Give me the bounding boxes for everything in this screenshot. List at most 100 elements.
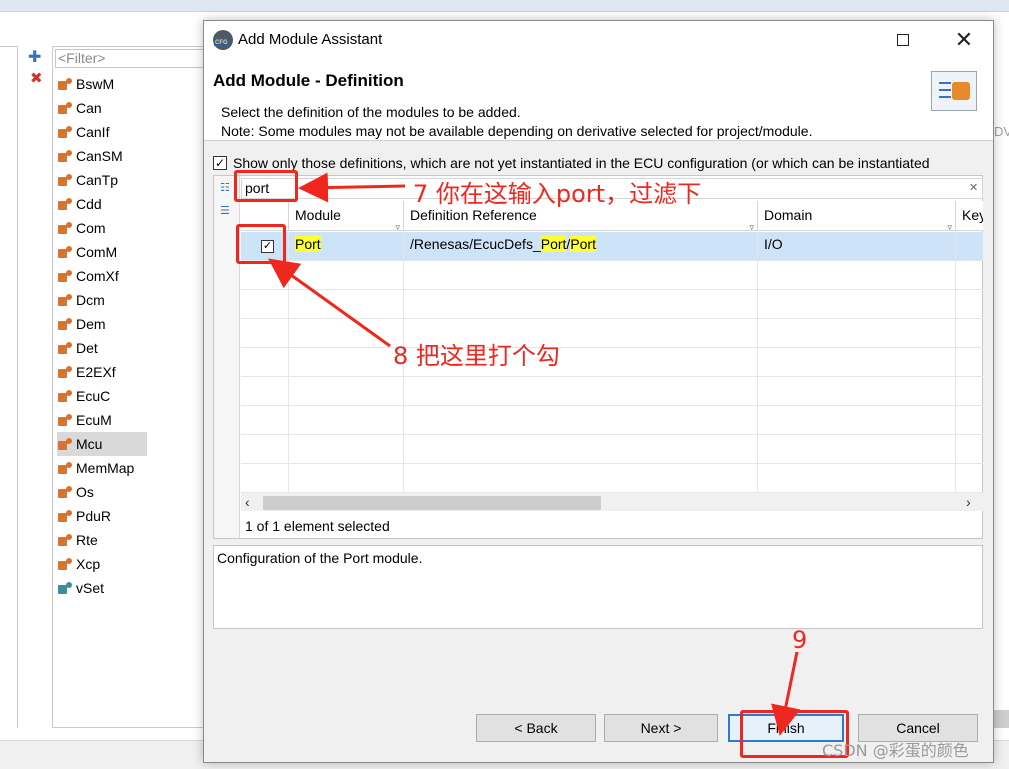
background-left-panel: [0, 46, 18, 728]
module-list-label: CanSM: [76, 148, 123, 164]
table-row: [241, 319, 983, 348]
module-list-item[interactable]: Dem: [57, 312, 147, 336]
module-filter-input[interactable]: <Filter>: [55, 49, 205, 68]
check-all-icon[interactable]: ☷: [220, 181, 234, 195]
scroll-left-icon[interactable]: ‹: [245, 493, 250, 511]
puzzle-icon: [57, 580, 73, 596]
show-uninstantiated-checkbox[interactable]: ✓: [213, 156, 227, 170]
module-list-label: MemMap: [76, 460, 135, 476]
close-button[interactable]: ✕: [941, 25, 987, 55]
module-list-item[interactable]: EcuM: [57, 408, 147, 432]
table-row: [241, 377, 983, 406]
module-list-item[interactable]: CanIf: [57, 120, 147, 144]
annotation-step7-text: 7 你在这输入port，过滤下: [413, 180, 702, 208]
description-line-1: Select the definition of the modules to …: [221, 104, 521, 120]
column-header-label: Definition Reference: [410, 207, 537, 223]
puzzle-icon: [57, 460, 73, 476]
table-row: [241, 348, 983, 377]
show-uninstantiated-row[interactable]: ✓ Show only those definitions, which are…: [213, 155, 983, 171]
background-toolbar: [0, 0, 1009, 12]
module-list-item[interactable]: Xcp: [57, 552, 147, 576]
description-line-2: Note: Some modules may not be available …: [221, 123, 813, 139]
list-line-icon: [939, 89, 951, 91]
module-list-label: Cdd: [76, 196, 102, 212]
puzzle-icon: [57, 148, 73, 164]
module-list-item[interactable]: Rte: [57, 528, 147, 552]
module-list-item[interactable]: CanTp: [57, 168, 147, 192]
puzzle-icon: [57, 124, 73, 140]
next-button[interactable]: Next >: [604, 714, 718, 742]
module-list-item[interactable]: CanSM: [57, 144, 147, 168]
watermark: CSDN @彩蛋的颜色: [822, 741, 969, 760]
module-list-item[interactable]: MemMap: [57, 456, 147, 480]
module-list-item[interactable]: Com: [57, 216, 147, 240]
clear-search-icon[interactable]: ✕: [969, 181, 978, 194]
background-scrollbar[interactable]: [994, 710, 1009, 728]
scroll-right-icon[interactable]: ›: [966, 493, 971, 511]
wizard-banner-icon: [931, 71, 977, 111]
column-header-label: Module: [295, 207, 341, 223]
column-header-label: Domain: [764, 207, 813, 223]
module-list-item[interactable]: Dcm: [57, 288, 147, 312]
scroll-thumb[interactable]: [263, 496, 601, 510]
puzzle-icon: [57, 412, 73, 428]
module-list-item[interactable]: ComM: [57, 240, 147, 264]
remove-module-icon[interactable]: ✖: [30, 71, 44, 86]
module-list-label: Os: [76, 484, 94, 500]
puzzle-icon: [57, 196, 73, 212]
add-module-dialog: Add Module Assistant ✕ Add Module - Defi…: [203, 20, 994, 763]
module-list-label: CanTp: [76, 172, 119, 188]
module-list-item[interactable]: EcuC: [57, 384, 147, 408]
horizontal-scrollbar[interactable]: ‹ ›: [241, 493, 983, 511]
definition-table-area: ☷ ☰ port ✕ Module ▿ Definition Reference ▿…: [213, 175, 983, 539]
page-description: Select the definition of the modules to …: [221, 103, 812, 141]
table-row: [241, 435, 983, 464]
puzzle-icon: [57, 220, 73, 236]
module-cell: Port: [289, 232, 404, 261]
cfg-app-icon: [213, 30, 233, 50]
page-title: Add Module - Definition: [213, 71, 404, 90]
module-list-label: Rte: [76, 532, 98, 548]
module-list-item[interactable]: Os: [57, 480, 147, 504]
module-description-box: Configuration of the Port module.: [213, 545, 983, 629]
domain-cell: I/O: [758, 232, 956, 261]
module-list-item[interactable]: vSet: [57, 576, 147, 600]
module-list-item[interactable]: Cdd: [57, 192, 147, 216]
module-list-item[interactable]: E2EXf: [57, 360, 147, 384]
list-view-icon[interactable]: ☰: [220, 204, 234, 218]
show-uninstantiated-label: Show only those definitions, which are n…: [233, 155, 930, 171]
module-list-label: ComM: [76, 244, 118, 260]
module-list-label: EcuM: [76, 412, 112, 428]
module-list-label: BswM: [76, 76, 115, 92]
wizard-header: Add Module - Definition Select the defin…: [204, 59, 993, 141]
maximize-button[interactable]: [880, 25, 926, 55]
module-list-label: Com: [76, 220, 106, 236]
def-highlight: Port: [540, 236, 567, 252]
puzzle-icon: [57, 436, 73, 452]
puzzle-icon: [57, 388, 73, 404]
list-line-icon: [939, 96, 951, 98]
module-list-item[interactable]: Mcu: [57, 432, 147, 456]
column-header-module[interactable]: Module ▿: [289, 201, 404, 232]
column-header-domain[interactable]: Domain ▿: [758, 201, 956, 232]
module-list-item[interactable]: Can: [57, 96, 147, 120]
module-name: Port: [295, 236, 321, 252]
module-list-item[interactable]: BswM: [57, 72, 147, 96]
minimize-button[interactable]: [834, 25, 880, 55]
module-list-item[interactable]: Det: [57, 336, 147, 360]
add-module-icon[interactable]: ✚: [28, 50, 44, 66]
background-right-panel: [993, 46, 1009, 736]
column-header-label: Key: [962, 207, 983, 223]
module-list-item[interactable]: PduR: [57, 504, 147, 528]
module-list-item[interactable]: ComXf: [57, 264, 147, 288]
table-row[interactable]: ✓ Port /Renesas/EcucDefs_Port/Port I/O: [241, 232, 983, 261]
module-list-label: CanIf: [76, 124, 110, 140]
key-cell: [956, 232, 983, 261]
puzzle-icon: [952, 82, 970, 100]
background-right-label: DV: [994, 124, 1009, 139]
back-button[interactable]: < Back: [476, 714, 596, 742]
puzzle-icon: [57, 268, 73, 284]
column-header-key[interactable]: Key: [956, 201, 983, 231]
table-row: [241, 406, 983, 435]
def-prefix: /Renesas/EcucDefs_: [410, 236, 541, 252]
